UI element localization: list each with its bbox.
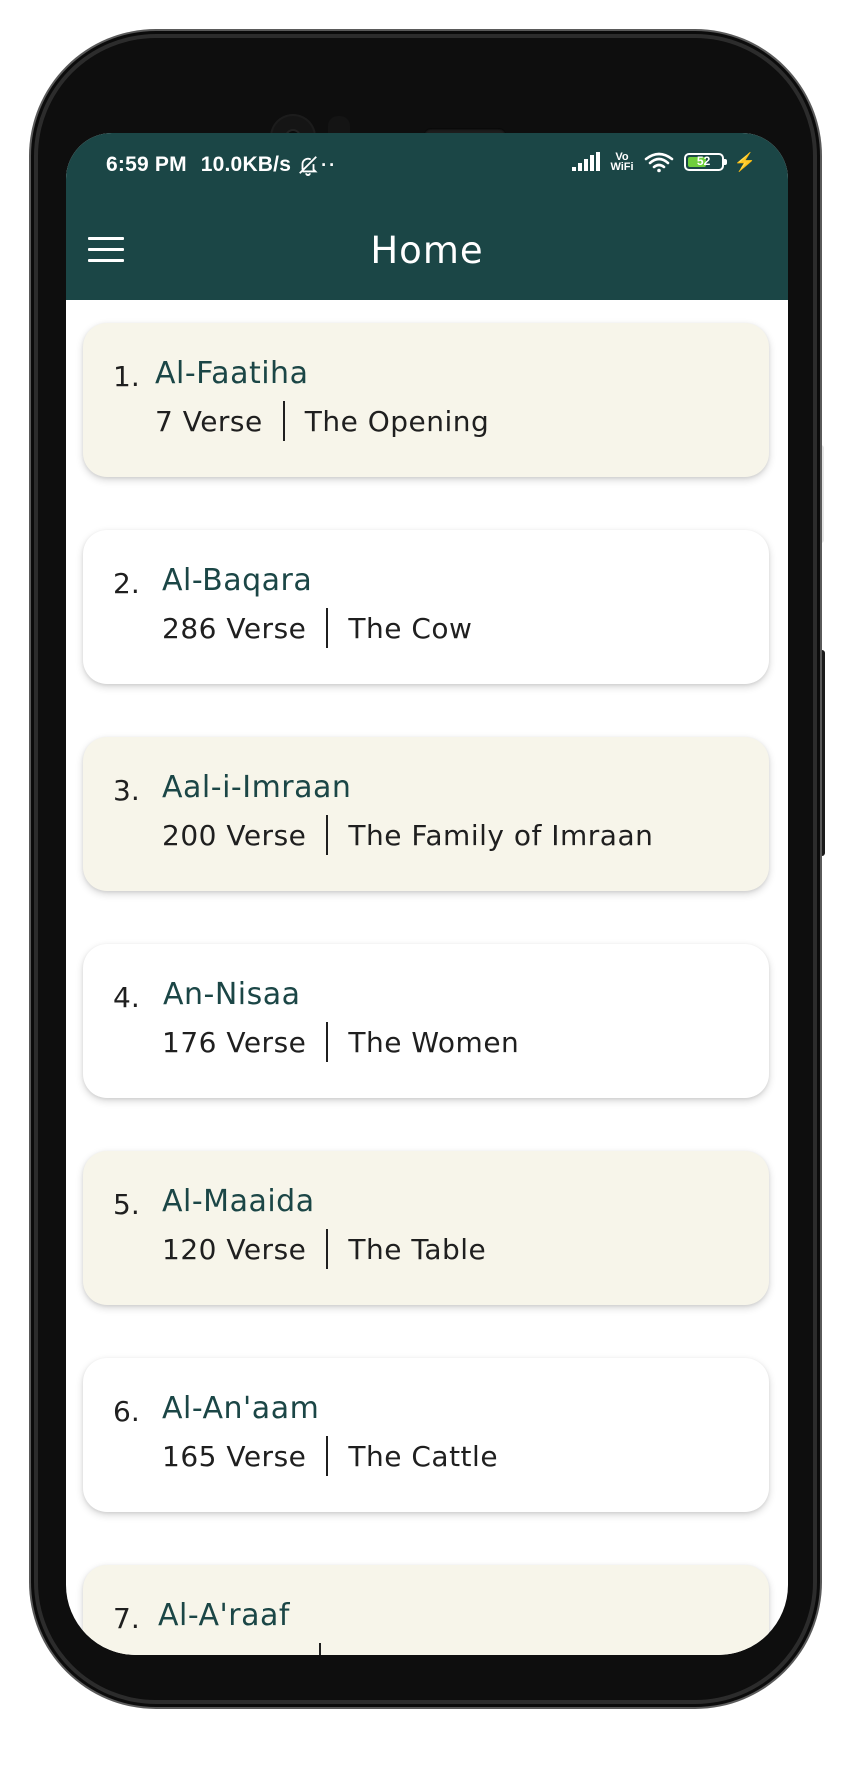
surah-name: Al-Faatiha bbox=[155, 356, 309, 391]
surah-number: 4. bbox=[113, 981, 140, 1014]
surah-card[interactable]: 1. Al-Faatiha 7 Verse The Opening bbox=[83, 323, 769, 477]
surah-number: 2. bbox=[113, 567, 140, 600]
surah-card[interactable]: 5. Al-Maaida 120 Verse The Table bbox=[83, 1151, 769, 1305]
status-more-dots: ·· bbox=[321, 154, 338, 175]
verse-count: 120 Verse bbox=[162, 1232, 307, 1266]
bell-off-icon bbox=[297, 154, 319, 176]
surah-number: 6. bbox=[113, 1395, 140, 1428]
surah-meta: 176 Verse The Women bbox=[162, 1022, 519, 1062]
surah-meaning: The Cattle bbox=[348, 1439, 499, 1473]
surah-meta: 200 Verse The Family of Imraan bbox=[162, 815, 653, 855]
surah-card[interactable]: 4. An-Nisaa 176 Verse The Women bbox=[83, 944, 769, 1098]
battery-level: 52 bbox=[696, 154, 711, 168]
surah-meaning: The Opening bbox=[304, 404, 490, 438]
surah-meaning: The Women bbox=[348, 1025, 520, 1059]
verse-count: 286 Verse bbox=[162, 611, 307, 645]
meta-divider bbox=[282, 401, 285, 441]
meta-divider bbox=[326, 608, 329, 648]
surah-meaning: The Family of Imraan bbox=[348, 818, 654, 852]
signal-icon bbox=[572, 152, 601, 171]
surah-name: Al-An'aam bbox=[162, 1391, 320, 1426]
verse-count: 7 Verse bbox=[155, 404, 263, 438]
status-bar: 6:59 PM 10.0KB/s ·· Vo WiFi 52 ⚡ bbox=[66, 133, 788, 201]
network-speed: 10.0KB/s bbox=[200, 153, 292, 176]
meta-divider bbox=[326, 1022, 329, 1062]
surah-number: 7. bbox=[113, 1602, 140, 1635]
vowifi-label-bottom: WiFi bbox=[610, 161, 634, 173]
vowifi-icon: Vo WiFi bbox=[610, 152, 634, 173]
surah-name: Al-Maaida bbox=[162, 1184, 315, 1219]
surah-number: 5. bbox=[113, 1188, 140, 1221]
power-button bbox=[818, 650, 825, 856]
status-left: 6:59 PM 10.0KB/s ·· bbox=[106, 153, 337, 177]
status-time: 6:59 PM bbox=[106, 153, 187, 176]
app-bar: Home bbox=[66, 201, 788, 300]
surah-meta: 286 Verse The Cow bbox=[162, 608, 472, 648]
meta-divider bbox=[326, 815, 329, 855]
surah-name: Aal-i-Imraan bbox=[162, 770, 352, 805]
battery-icon: 52 bbox=[683, 153, 727, 171]
surah-meta: 7 Verse The Opening bbox=[155, 401, 489, 441]
surah-meaning: The Cow bbox=[348, 611, 473, 645]
status-right: Vo WiFi 52 ⚡ bbox=[572, 151, 756, 173]
surah-card[interactable]: 6. Al-An'aam 165 Verse The Cattle bbox=[83, 1358, 769, 1512]
phone-screen: 6:59 PM 10.0KB/s ·· Vo WiFi 52 ⚡ Home 1.… bbox=[66, 133, 788, 1655]
surah-name: Al-Baqara bbox=[162, 563, 313, 598]
surah-meaning: The Table bbox=[348, 1232, 487, 1266]
meta-divider bbox=[326, 1229, 329, 1269]
surah-number: 3. bbox=[113, 774, 140, 807]
verse-count: 200 Verse bbox=[162, 818, 307, 852]
meta-divider bbox=[319, 1643, 321, 1655]
wifi-icon bbox=[644, 151, 674, 173]
surah-list[interactable]: 1. Al-Faatiha 7 Verse The Opening 2. Al-… bbox=[66, 300, 788, 1655]
surah-meta: 120 Verse The Table bbox=[162, 1229, 486, 1269]
verse-count: 165 Verse bbox=[162, 1439, 307, 1473]
surah-name: An-Nisaa bbox=[163, 977, 301, 1012]
meta-divider bbox=[326, 1436, 329, 1476]
surah-number: 1. bbox=[113, 360, 140, 393]
surah-card[interactable]: 3. Aal-i-Imraan 200 Verse The Family of … bbox=[83, 737, 769, 891]
surah-card[interactable]: 7. Al-A'raaf bbox=[83, 1565, 769, 1655]
charging-bolt-icon: ⚡ bbox=[733, 151, 756, 172]
surah-meta: 165 Verse The Cattle bbox=[162, 1436, 498, 1476]
device-frame: 6:59 PM 10.0KB/s ·· Vo WiFi 52 ⚡ Home 1.… bbox=[0, 0, 851, 1781]
verse-count: 176 Verse bbox=[162, 1025, 307, 1059]
surah-name: Al-A'raaf bbox=[158, 1598, 290, 1633]
page-title: Home bbox=[370, 229, 484, 272]
surah-card[interactable]: 2. Al-Baqara 286 Verse The Cow bbox=[83, 530, 769, 684]
side-button-top bbox=[818, 445, 824, 543]
surah-meta bbox=[158, 1643, 341, 1655]
